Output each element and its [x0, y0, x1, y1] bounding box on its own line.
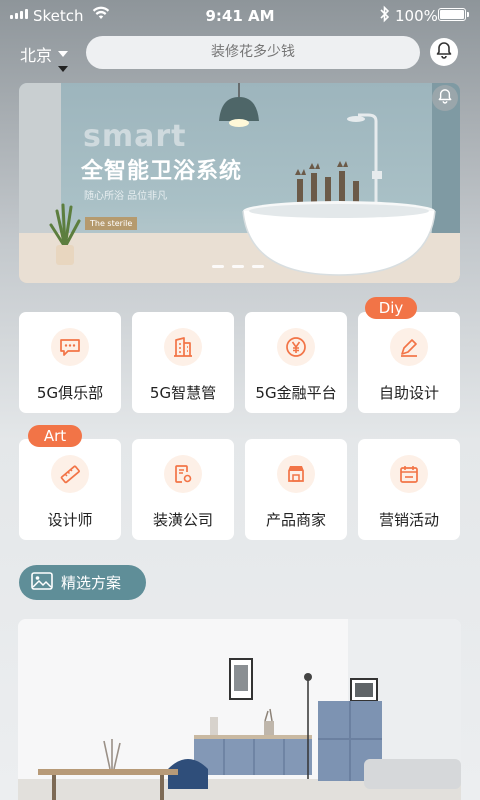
chevron-down-icon: [58, 51, 69, 57]
grid-item-product-merchant[interactable]: 产品商家: [245, 439, 347, 540]
grid-item-label: 产品商家: [265, 511, 326, 529]
banner-brand: smart: [83, 119, 187, 154]
city-selector[interactable]: 北京: [20, 42, 69, 66]
bell-icon: [438, 88, 452, 108]
grid-item-5g-club[interactable]: 5G俱乐部: [19, 312, 121, 413]
bell-icon: [436, 41, 452, 63]
grid-item-5g-smart-manage[interactable]: 5G智慧管: [132, 312, 234, 413]
notification-button[interactable]: [430, 38, 458, 66]
banner-bell-button[interactable]: [432, 85, 458, 111]
art-badge: Art: [28, 425, 82, 447]
plant-graphic: [49, 203, 81, 265]
battery-percent: 100%: [395, 7, 438, 25]
bluetooth-icon: [380, 5, 390, 27]
image-icon: [31, 571, 53, 594]
diy-badge: Diy: [365, 297, 417, 319]
carousel-dot[interactable]: [252, 265, 264, 268]
bathtub-graphic: [242, 201, 436, 276]
carousel-dot[interactable]: [212, 265, 224, 268]
banner-subtitle: 随心所浴 品位非凡: [84, 191, 168, 202]
ruler-icon: [51, 455, 89, 493]
featured-plans-tab[interactable]: 精选方案: [19, 565, 146, 600]
promo-banner[interactable]: smart 全智能卫浴系统 随心所浴 品位非凡 The sterile: [19, 83, 460, 283]
chat-icon: [51, 328, 89, 366]
banner-title: 全智能卫浴系统: [81, 159, 243, 184]
grid-item-decoration-company[interactable]: 装潢公司: [132, 439, 234, 540]
grid-item-label: 设计师: [47, 511, 93, 529]
document-gear-icon: [164, 455, 202, 493]
shop-icon: [277, 455, 315, 493]
carousel-indicator[interactable]: [212, 265, 264, 268]
grid-item-label: 营销活动: [378, 511, 439, 529]
search-input[interactable]: [86, 36, 420, 69]
calendar-icon: [390, 455, 428, 493]
featured-plans-label: 精选方案: [61, 574, 122, 592]
city-label: 北京: [20, 46, 53, 65]
grid-item-5g-finance[interactable]: 5G金融平台: [245, 312, 347, 413]
grid-item-marketing-activity[interactable]: 营销活动: [358, 439, 460, 540]
building-icon: [164, 328, 202, 366]
pen-icon: [390, 328, 428, 366]
grid-item-label: 5G俱乐部: [36, 384, 104, 402]
grid-item-designer[interactable]: 设计师: [19, 439, 121, 540]
carousel-dot[interactable]: [232, 265, 244, 268]
grid-item-label: 5G智慧管: [149, 384, 217, 402]
battery-icon: [438, 8, 469, 21]
dropdown-pointer-icon: [58, 66, 68, 72]
lamp-graphic: [219, 83, 259, 127]
featured-plan-image[interactable]: [18, 619, 461, 800]
grid-item-label: 装潢公司: [152, 511, 213, 529]
living-room-graphic: [18, 619, 461, 800]
grid-item-label: 自助设计: [378, 384, 439, 402]
grid-item-label: 5G金融平台: [255, 384, 337, 402]
status-bar: Sketch 9:41 AM 100%: [0, 0, 480, 32]
grid-item-self-design[interactable]: 自助设计: [358, 312, 460, 413]
banner-tag: The sterile: [85, 217, 138, 230]
yen-icon: [277, 328, 315, 366]
